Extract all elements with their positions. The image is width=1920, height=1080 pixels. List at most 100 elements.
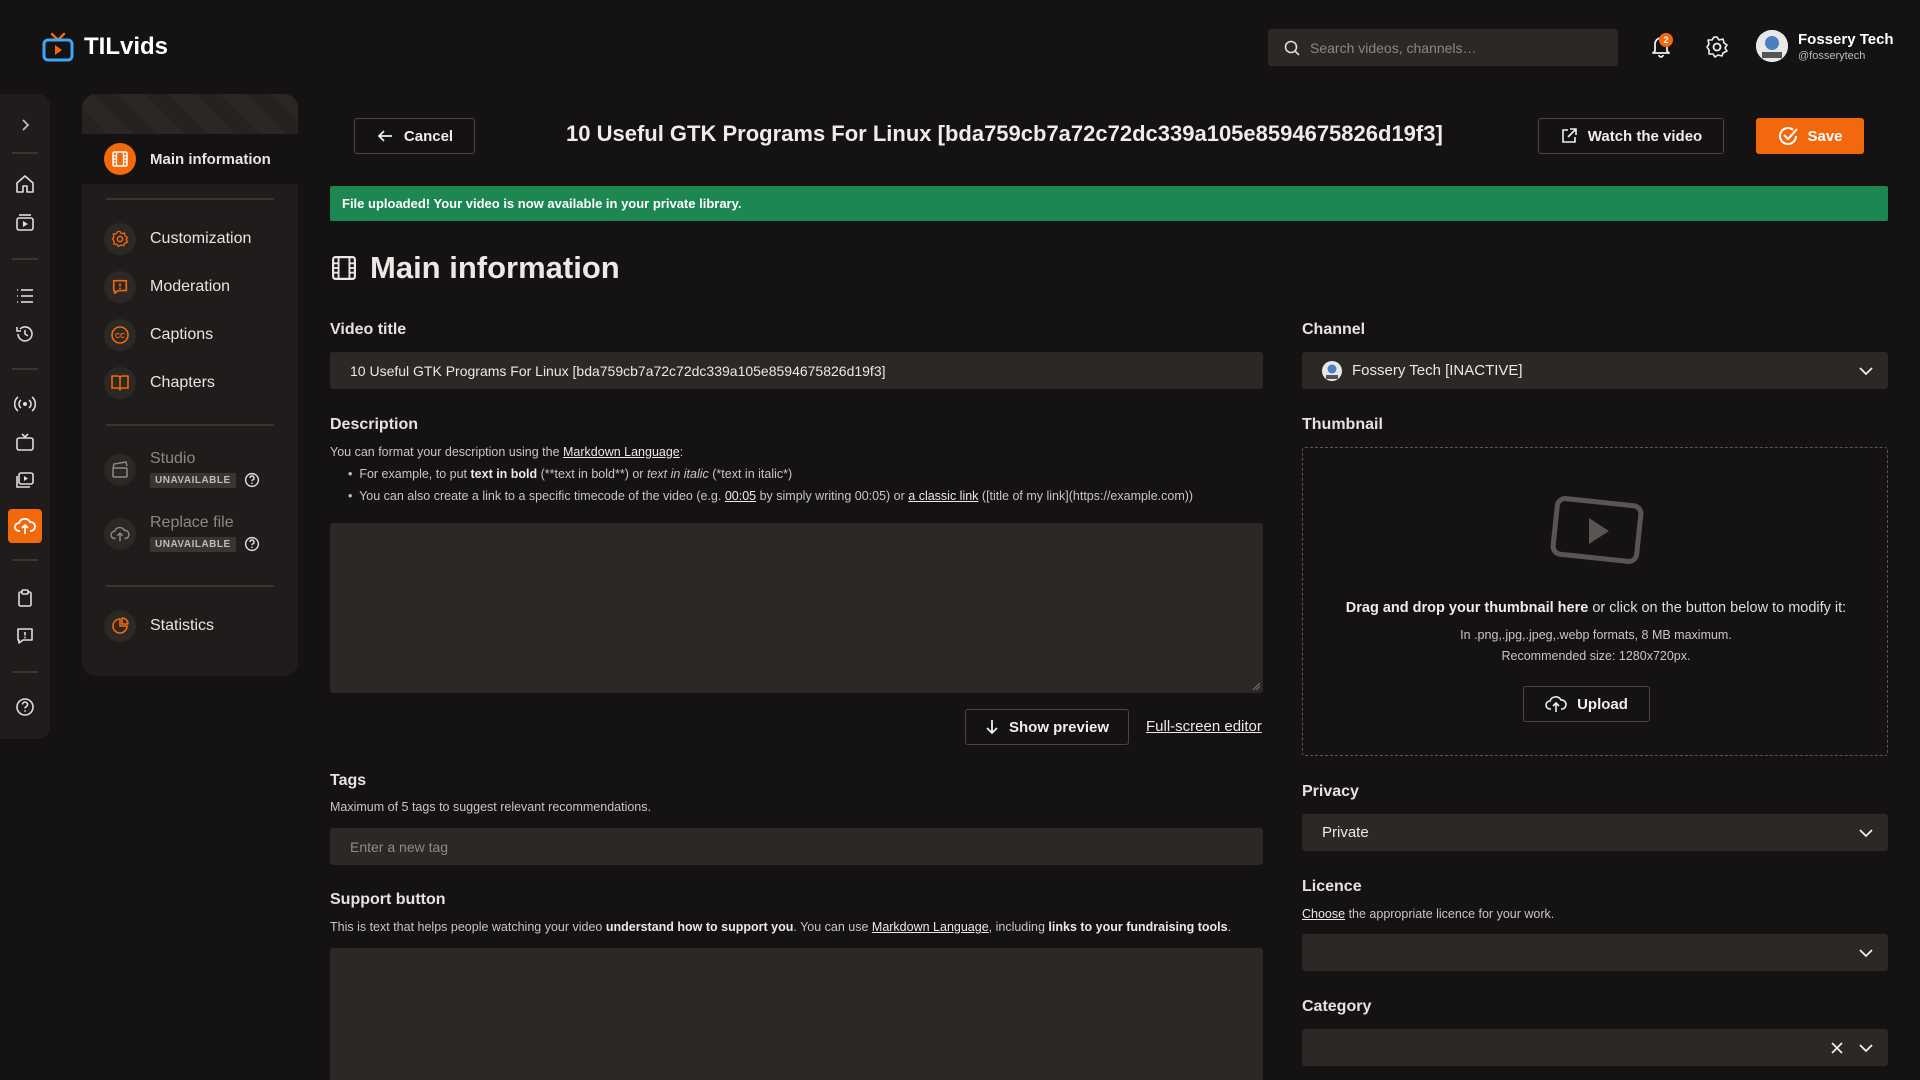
video-title-label: Video title [330, 321, 407, 338]
watch-video-button[interactable]: Watch the video [1538, 118, 1724, 154]
rail-help[interactable] [8, 690, 42, 724]
upload-cloud-icon [104, 518, 136, 550]
search-bar[interactable] [1268, 29, 1618, 66]
pie-chart-icon [104, 610, 136, 642]
menu-divider [106, 424, 274, 426]
section-heading: Main information [330, 250, 620, 286]
video-title-input[interactable] [350, 362, 1263, 379]
rail-upload[interactable] [8, 509, 42, 543]
rail-videos[interactable] [8, 463, 42, 497]
thumbnail-dropzone[interactable]: Drag and drop your thumbnail here or cli… [1302, 447, 1888, 756]
channel-select[interactable]: Fossery Tech [INACTIVE] [1302, 352, 1888, 389]
channel-label: Channel [1302, 321, 1366, 338]
search-input[interactable] [1310, 39, 1590, 56]
rail-divider [12, 671, 38, 673]
tags-field[interactable] [330, 828, 1263, 865]
broadcast-icon [14, 396, 36, 412]
markdown-link[interactable]: Markdown Language [563, 445, 680, 459]
menu-captions[interactable]: CC Captions [104, 319, 213, 351]
rail-my-library[interactable] [8, 581, 42, 615]
channel-avatar [1322, 360, 1342, 381]
rail-history[interactable] [8, 317, 42, 351]
cancel-button[interactable]: Cancel [354, 118, 475, 154]
rail-subscriptions[interactable] [8, 205, 42, 239]
upload-cloud-icon [14, 517, 36, 534]
support-hint: This is text that helps people watching … [330, 916, 1231, 938]
captions-icon: CC [104, 319, 136, 351]
hint-italic: text in italic [646, 467, 709, 481]
description-bullet-link: • You can also create a link to a specif… [348, 489, 1194, 503]
licence-select[interactable] [1302, 934, 1888, 971]
user-handle: @fosserytech [1798, 49, 1866, 62]
resize-handle-icon[interactable] [1252, 682, 1260, 690]
hint-text: . [1227, 920, 1232, 934]
hint-text: This is text that helps people watching … [330, 920, 606, 934]
hint-text: You can format your description using th… [330, 445, 564, 459]
chevron-down-icon [1859, 828, 1873, 837]
gear-icon [1706, 36, 1728, 58]
clear-icon[interactable] [1830, 1041, 1844, 1055]
tags-label: Tags [330, 772, 367, 789]
tags-hint: Maximum of 5 tags to suggest relevant re… [330, 800, 651, 814]
user-name: Fossery Tech [1798, 30, 1894, 48]
description-textarea[interactable] [330, 523, 1263, 693]
support-button-label: Support button [330, 891, 446, 908]
menu-main-information[interactable]: Main information [82, 134, 298, 184]
timecode-link[interactable]: 00:05 [725, 489, 756, 503]
film-icon [104, 143, 136, 175]
rail-feedback[interactable] [8, 619, 42, 653]
app-name: TILvids [84, 33, 169, 60]
clipboard-icon [18, 589, 32, 607]
save-button[interactable]: Save [1756, 118, 1864, 154]
privacy-select[interactable]: Private [1302, 814, 1888, 851]
choose-licence-link[interactable]: Choose [1302, 907, 1345, 921]
app-logo[interactable]: TILvids [42, 32, 168, 62]
menu-label: Captions [150, 326, 214, 343]
help-icon[interactable] [244, 472, 260, 488]
hint-text: : [679, 445, 684, 459]
help-icon[interactable] [244, 536, 260, 552]
thumbnail-instructions: Drag and drop your thumbnail here or cli… [1303, 600, 1889, 616]
hint-bold: understand how to support you [605, 920, 794, 934]
user-menu[interactable]: Fossery Tech @fosserytech [1756, 30, 1894, 62]
section-title: Main information [370, 250, 620, 285]
category-select[interactable] [1302, 1029, 1888, 1066]
menu-statistics[interactable]: Statistics [104, 610, 214, 642]
classic-link[interactable]: a classic link [908, 489, 978, 503]
support-textarea[interactable] [330, 948, 1263, 1080]
menu-chapters[interactable]: Chapters [104, 367, 215, 399]
save-label: Save [1807, 127, 1843, 145]
hint-text: . You can use [793, 920, 872, 934]
hint-text: by simply writing 00:05) or [756, 489, 909, 503]
show-preview-button[interactable]: Show preview [965, 709, 1129, 745]
svg-text:CC: CC [115, 333, 125, 340]
menu-customization[interactable]: Customization [104, 223, 251, 255]
arrow-down-icon [986, 720, 998, 735]
subscriptions-icon [16, 214, 34, 231]
notification-count-badge: 2 [1659, 33, 1673, 47]
rail-divider [12, 368, 38, 370]
external-link-icon [1561, 128, 1577, 143]
menu-moderation[interactable]: Moderation [104, 271, 230, 303]
rail-playlists[interactable] [8, 279, 42, 313]
rail-channels[interactable] [8, 425, 42, 459]
rail-lives[interactable] [8, 387, 42, 421]
tv-logo-icon [42, 32, 74, 62]
markdown-link[interactable]: Markdown Language [872, 920, 989, 934]
settings-button[interactable] [1705, 35, 1729, 59]
page-title: 10 Useful GTK Programs For Linux [bda759… [566, 121, 1443, 146]
licence-hint: Choose the appropriate licence for your … [1302, 903, 1554, 925]
unavailable-badge: UNAVAILABLE [150, 472, 236, 488]
rail-home[interactable] [8, 167, 42, 201]
expand-rail-button[interactable] [8, 108, 42, 142]
menu-label: Main information [150, 150, 271, 168]
book-icon [104, 367, 136, 399]
video-title-field[interactable] [330, 352, 1263, 389]
hint-text: (*text in italic*) [708, 467, 793, 481]
thumbnail-instructions-bold: Drag and drop your thumbnail here [1345, 600, 1589, 616]
tag-input[interactable] [350, 838, 1263, 855]
fullscreen-editor-link[interactable]: Full-screen editor [1146, 718, 1262, 735]
alert-text: File uploaded! Your video is now availab… [342, 196, 742, 211]
upload-thumbnail-button[interactable]: Upload [1523, 686, 1650, 722]
avatar [1756, 30, 1788, 62]
